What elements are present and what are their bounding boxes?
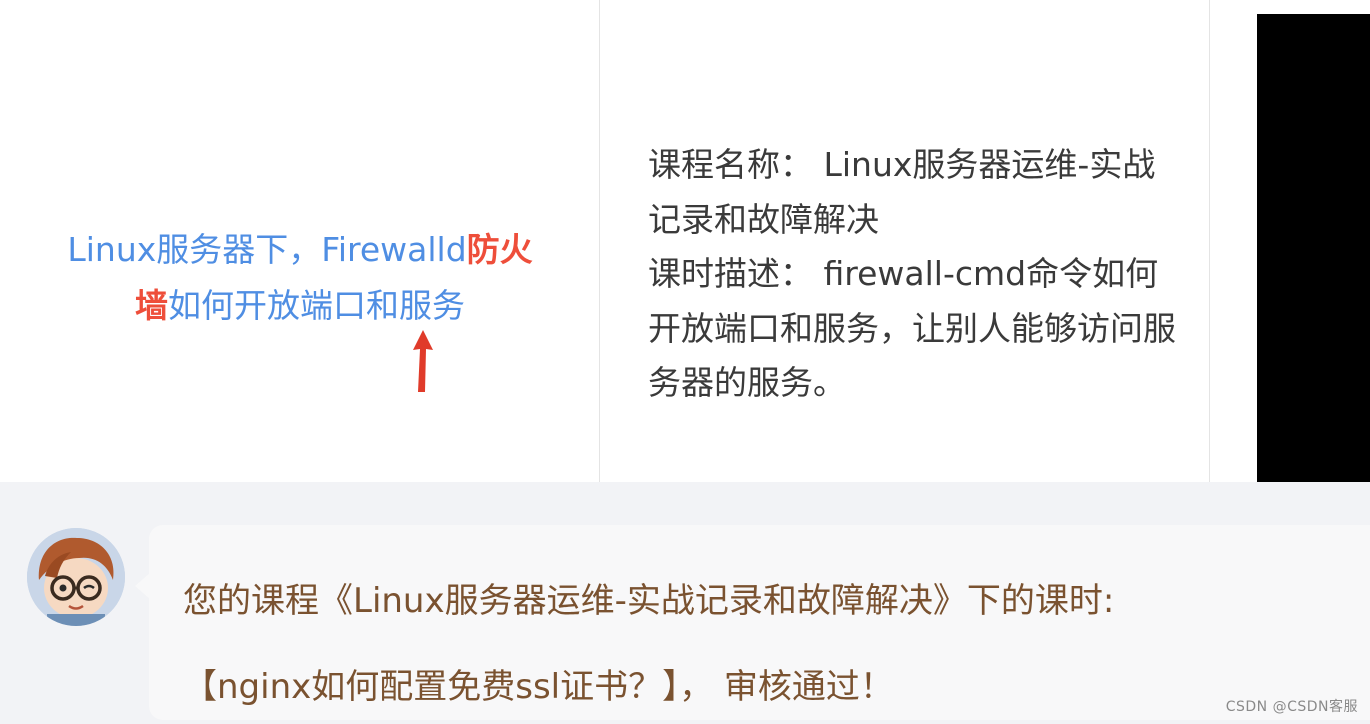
avatar-illustration-icon [27,528,125,626]
course-card-row: Linux服务器下，Firewalld防火墙如何开放端口和服务 课程名称： Li… [0,0,1370,482]
lesson-title[interactable]: Linux服务器下，Firewalld防火墙如何开放端口和服务 [30,222,570,334]
cropped-text-fragment [895,482,1095,494]
lesson-title-part2: 如何开放端口和服务 [168,286,465,325]
lesson-title-part1: Linux服务器下，Firewalld [67,230,467,269]
video-thumbnail[interactable] [1257,14,1370,482]
course-name-label: 课程名称： [648,145,813,184]
lesson-desc-label: 课时描述： [648,254,813,293]
message-line-2: 【nginx如何配置免费ssl证书？】， 审核通过！ [183,667,894,707]
course-description: 课程名称： Linux服务器运维-实战记录和故障解决 课时描述： firewal… [648,138,1178,411]
column-divider [599,0,600,482]
avatar[interactable] [27,528,125,626]
lesson-title-highlight1: 防火 [466,230,533,269]
watermark: CSDN @CSDN客服 [1225,699,1358,715]
message-line-1: 您的课程《Linux服务器运维-实战记录和故障解决》下的课时: [183,581,1115,621]
column-divider [1209,0,1210,482]
review-message: 您的课程《Linux服务器运维-实战记录和故障解决》下的课时: 【nginx如何… [183,558,1353,724]
red-arrow-icon [413,330,433,392]
lesson-title-highlight2: 墙 [135,286,168,325]
